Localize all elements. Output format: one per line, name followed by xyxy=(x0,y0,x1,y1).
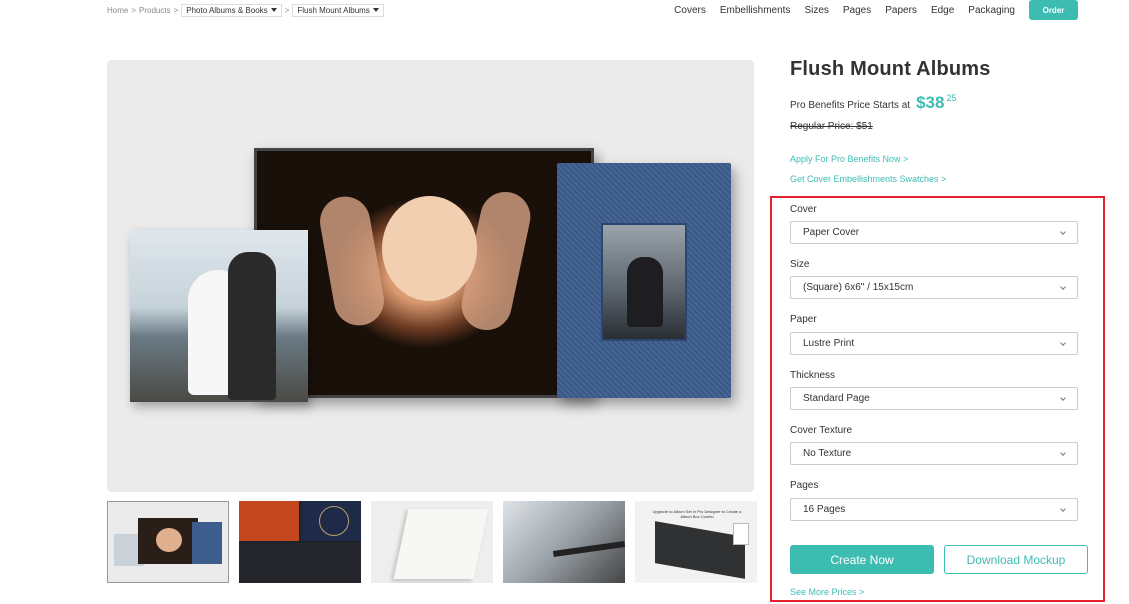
thumbnail-4[interactable] xyxy=(503,501,625,583)
cover-label: Cover xyxy=(790,204,817,215)
pages-select-value: 16 Pages xyxy=(803,504,846,515)
album-blue-cover xyxy=(557,163,731,398)
nav-sizes[interactable]: Sizes xyxy=(804,5,828,16)
thumbnail-2[interactable] xyxy=(239,501,361,583)
size-select-value: (Square) 6x6" / 15x15cm xyxy=(803,282,914,293)
pro-price: Pro Benefits Price Starts at $38 25 xyxy=(790,92,956,113)
caret-down-icon xyxy=(372,8,379,12)
nav-pages[interactable]: Pages xyxy=(843,5,871,16)
thumbnail-strip: Upgrade to Album Set in Pro Designer to … xyxy=(107,501,757,583)
chevron-down-icon xyxy=(1060,229,1066,235)
product-title: Flush Mount Albums xyxy=(790,58,991,80)
breadcrumb-home[interactable]: Home xyxy=(107,6,128,15)
product-hero-image xyxy=(107,60,754,492)
order-button[interactable]: Order xyxy=(1029,0,1078,20)
breadcrumb-category-label: Photo Albums & Books xyxy=(186,5,268,15)
breadcrumb-category-dropdown[interactable]: Photo Albums & Books xyxy=(181,3,282,17)
breadcrumb-products[interactable]: Products xyxy=(139,6,171,15)
cover-texture-label: Cover Texture xyxy=(790,425,853,436)
create-now-button[interactable]: Create Now xyxy=(790,545,934,574)
thumbnail-3[interactable] xyxy=(371,501,493,583)
paper-select[interactable]: Lustre Print xyxy=(790,332,1078,355)
cover-texture-select[interactable]: No Texture xyxy=(790,442,1078,465)
cover-texture-select-value: No Texture xyxy=(803,448,852,459)
nav-covers[interactable]: Covers xyxy=(674,5,706,16)
chevron-down-icon xyxy=(1060,284,1066,290)
breadcrumb-product-dropdown[interactable]: Flush Mount Albums xyxy=(292,3,384,17)
caret-down-icon xyxy=(270,8,277,12)
download-mockup-button[interactable]: Download Mockup xyxy=(944,545,1088,574)
paper-select-value: Lustre Print xyxy=(803,338,855,349)
top-navigation: Covers Embellishments Sizes Pages Papers… xyxy=(660,0,1078,20)
cover-select-value: Paper Cover xyxy=(803,227,860,238)
thumbnail-5[interactable]: Upgrade to Album Set in Pro Designer to … xyxy=(635,501,757,583)
nav-packaging[interactable]: Packaging xyxy=(968,5,1015,16)
thickness-select-value: Standard Page xyxy=(803,393,870,404)
apply-pro-benefits-link[interactable]: Apply For Pro Benefits Now > xyxy=(790,154,908,164)
pages-select[interactable]: 16 Pages xyxy=(790,498,1078,521)
breadcrumb-separator: > xyxy=(173,5,179,15)
pro-price-label: Pro Benefits Price Starts at xyxy=(790,100,911,111)
thickness-label: Thickness xyxy=(790,370,836,381)
thumbnail-1[interactable] xyxy=(107,501,229,583)
nav-edge[interactable]: Edge xyxy=(931,5,954,16)
pro-price-amount: $38 xyxy=(916,93,945,112)
cover-select[interactable]: Paper Cover xyxy=(790,221,1078,244)
pro-price-cents: 25 xyxy=(946,93,957,103)
chevron-down-icon xyxy=(1060,506,1066,512)
thumbnail-caption: Upgrade to Album Set in Pro Designer to … xyxy=(652,509,742,519)
breadcrumb-separator: > xyxy=(131,5,137,15)
size-label: Size xyxy=(790,259,810,270)
paper-label: Paper xyxy=(790,314,817,325)
chevron-down-icon xyxy=(1060,450,1066,456)
chevron-down-icon xyxy=(1060,395,1066,401)
breadcrumb-product-label: Flush Mount Albums xyxy=(297,5,370,15)
chevron-down-icon xyxy=(1060,340,1066,346)
regular-price: Regular Price: $51 xyxy=(790,121,873,132)
cover-swatches-link[interactable]: Get Cover Embellishments Swatches > xyxy=(790,174,946,184)
breadcrumb: Home > Products > Photo Albums & Books >… xyxy=(107,3,384,17)
size-select[interactable]: (Square) 6x6" / 15x15cm xyxy=(790,276,1078,299)
nav-embellishments[interactable]: Embellishments xyxy=(720,5,791,16)
breadcrumb-separator: > xyxy=(284,5,290,15)
thickness-select[interactable]: Standard Page xyxy=(790,387,1078,410)
see-more-prices-link[interactable]: See More Prices > xyxy=(790,587,864,597)
nav-papers[interactable]: Papers xyxy=(885,5,917,16)
pages-label: Pages xyxy=(790,480,819,491)
album-wedding-photo xyxy=(130,230,308,402)
